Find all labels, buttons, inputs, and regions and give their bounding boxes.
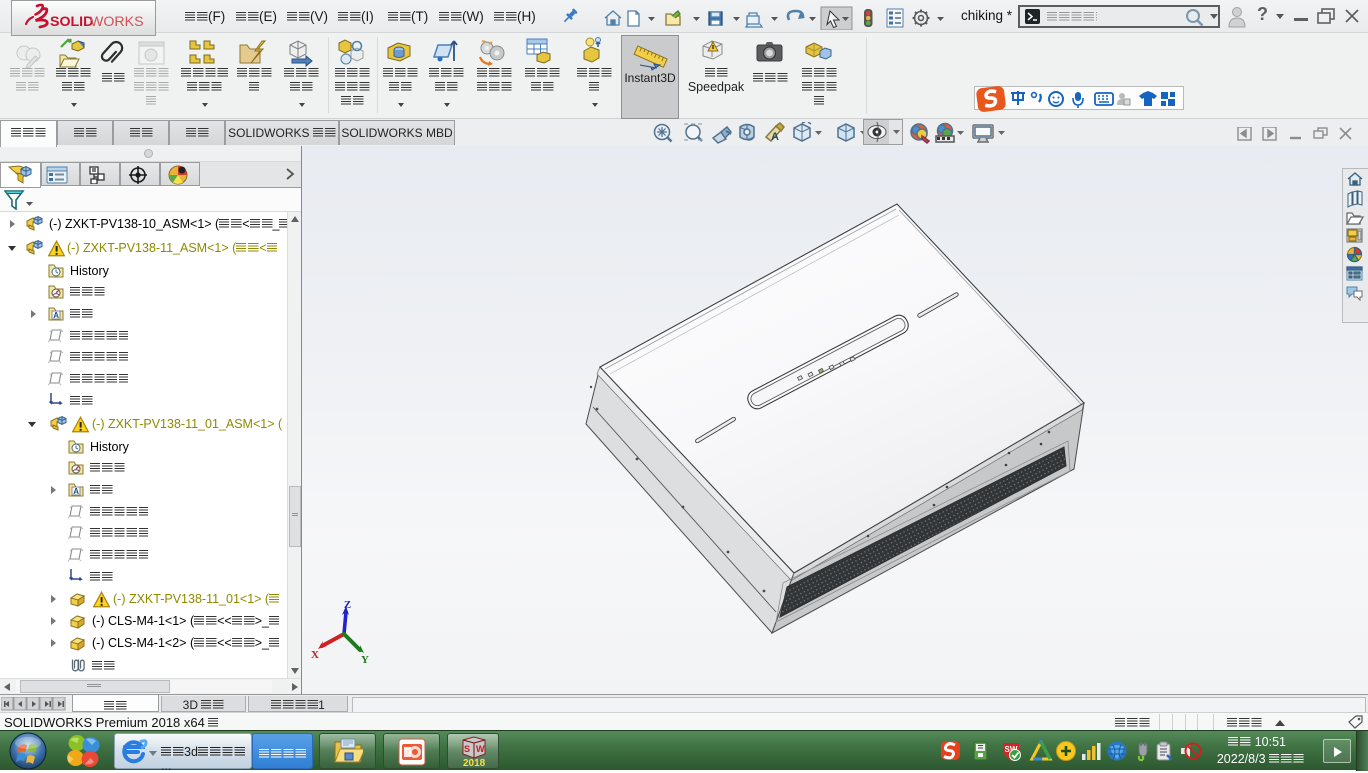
svg-text:WORKS: WORKS	[90, 14, 144, 30]
svg-text:SOLID: SOLID	[50, 14, 93, 30]
svg-text:S: S	[464, 744, 470, 754]
svg-text:X: X	[311, 649, 319, 661]
svg-text:2018: 2018	[463, 758, 486, 768]
svg-text:Z: Z	[344, 600, 351, 611]
svg-text:W: W	[476, 744, 485, 754]
svg-text:A: A	[771, 131, 779, 143]
svg-text:Y: Y	[361, 654, 369, 666]
